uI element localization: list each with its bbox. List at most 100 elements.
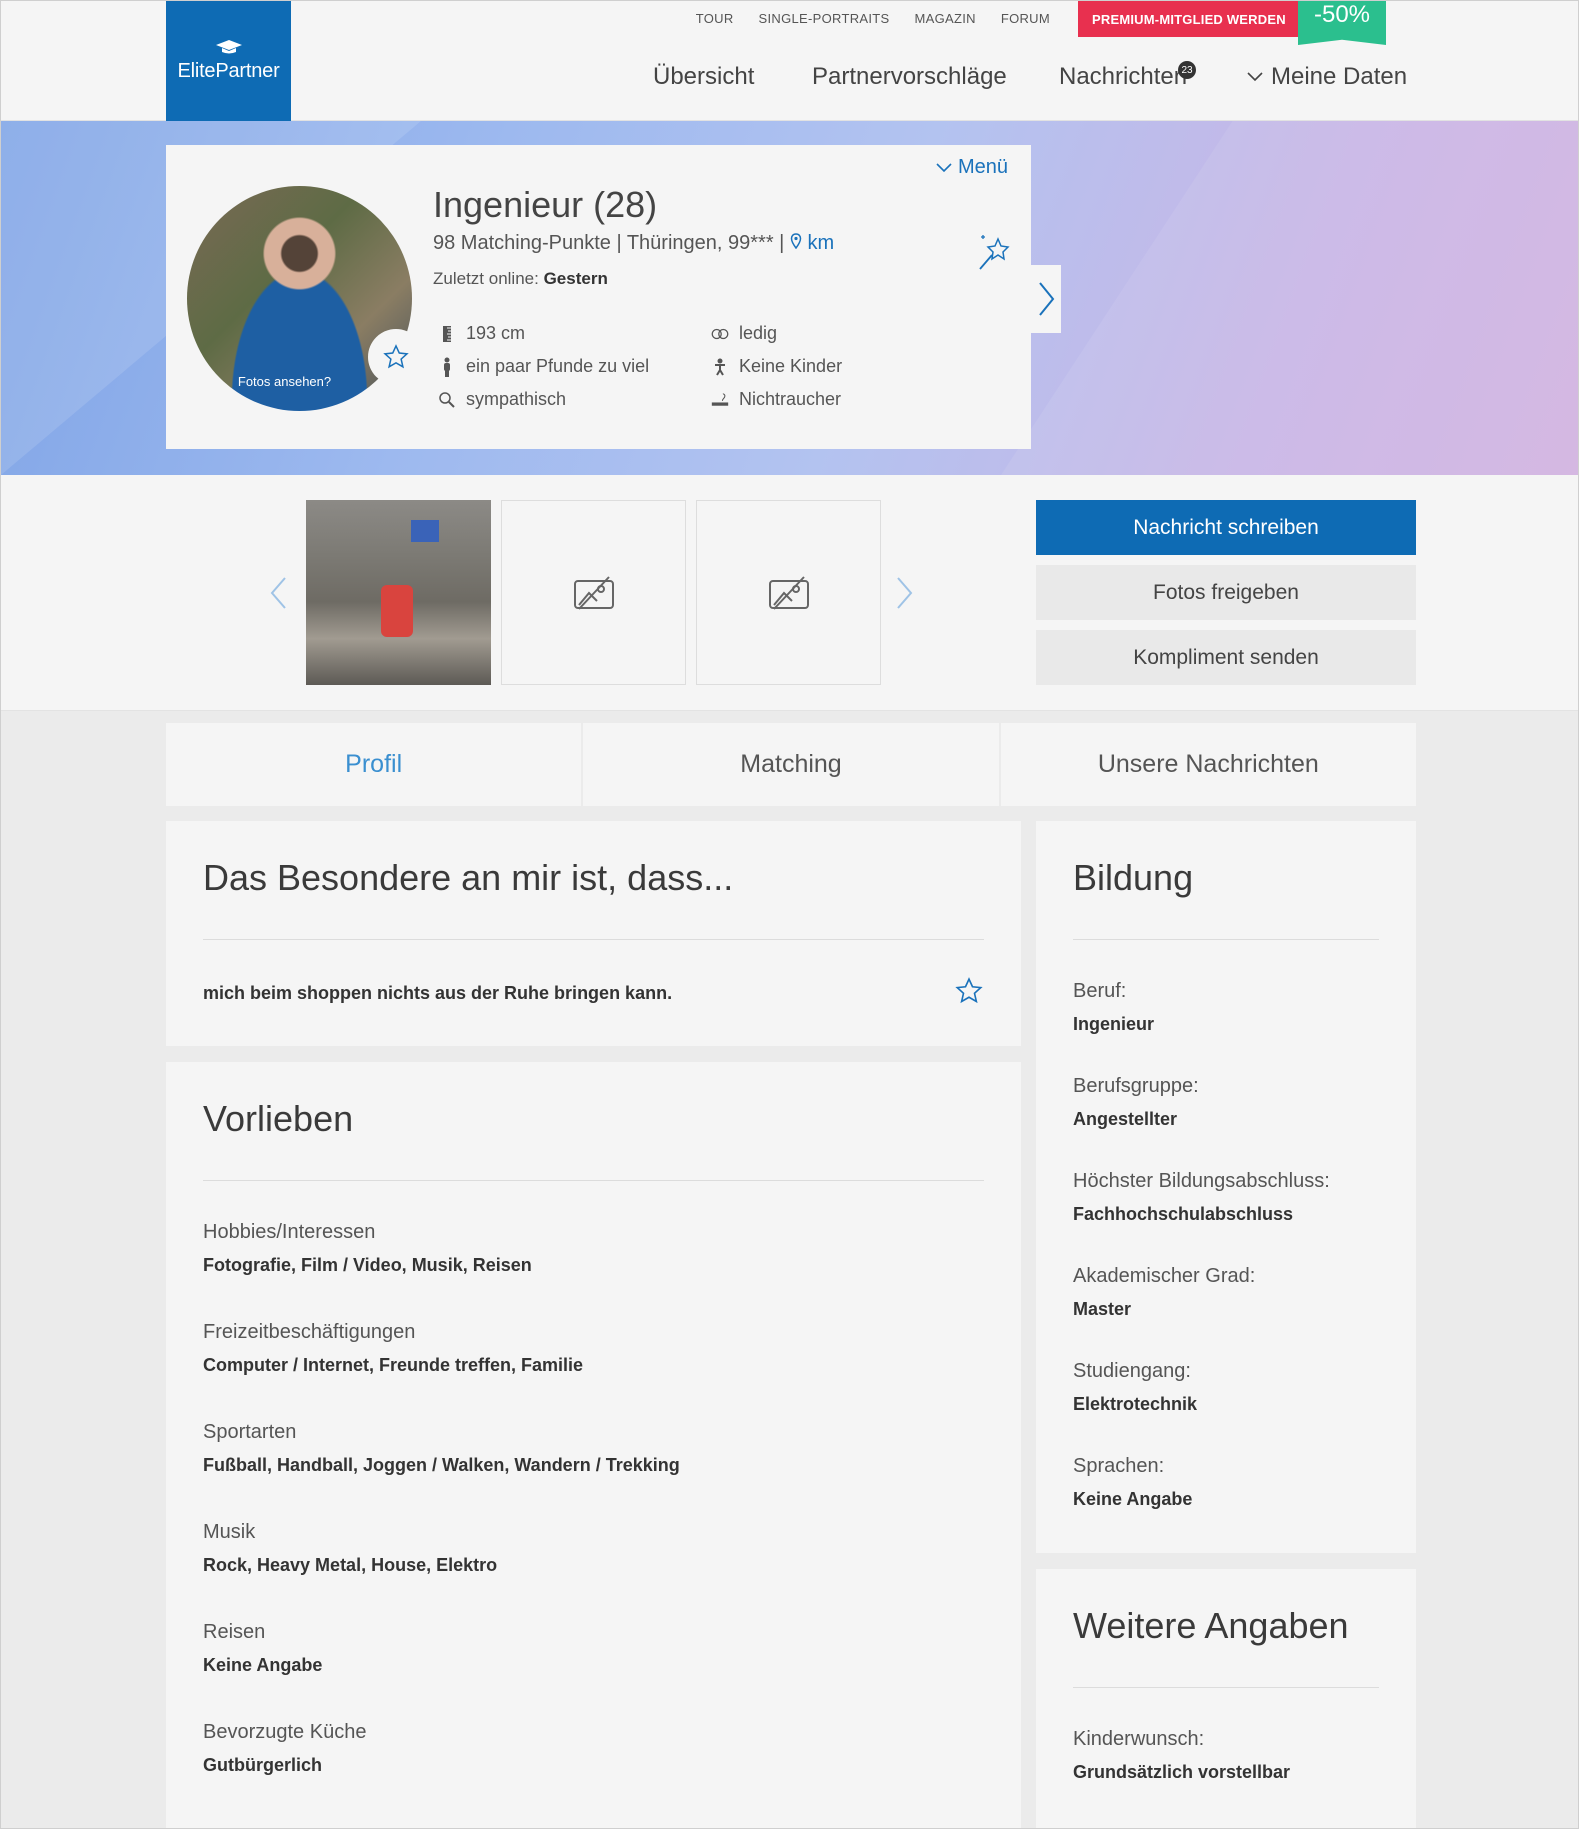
- chevron-down-icon: [1247, 72, 1263, 82]
- share-photos-button[interactable]: Fotos freigeben: [1036, 565, 1416, 620]
- locked-photo-placeholder[interactable]: [501, 500, 686, 685]
- attr-children: Keine Kinder: [711, 356, 842, 377]
- profile-name: Ingenieur (28): [433, 184, 658, 225]
- field-value: Keine Angabe: [203, 1655, 323, 1675]
- chevron-left-icon: [270, 577, 286, 609]
- hero-shape: [1001, 121, 1578, 475]
- field-label: Beruf:: [1073, 980, 1127, 1002]
- divider: [1073, 939, 1379, 940]
- field-label: Reisen: [203, 1621, 266, 1643]
- site-header: ElitePartner TOUR SINGLE-PORTRAITS MAGAZ…: [1, 1, 1578, 121]
- photos-prev-button[interactable]: [269, 576, 287, 618]
- locked-photo-placeholder[interactable]: [696, 500, 881, 685]
- attr-figure-value: ein paar Pfunde zu viel: [466, 356, 650, 376]
- page-frame: ElitePartner TOUR SINGLE-PORTRAITS MAGAZ…: [0, 0, 1579, 1829]
- photos-next-button[interactable]: [896, 576, 914, 618]
- field-value: Computer / Internet, Freunde treffen, Fa…: [203, 1355, 584, 1375]
- field-value: Gutbürgerlich: [203, 1755, 323, 1775]
- tab-profil[interactable]: Profil: [166, 723, 582, 806]
- link-forum[interactable]: FORUM: [1001, 11, 1050, 26]
- elitepartner-logo[interactable]: ElitePartner: [166, 1, 291, 121]
- distance-unit: km: [807, 232, 835, 254]
- profile-menu[interactable]: Menü: [936, 156, 1008, 179]
- field-value: Ingenieur: [1073, 1014, 1155, 1034]
- hidden-photo-icon: [768, 575, 809, 610]
- nav-uebersicht[interactable]: Übersicht: [653, 63, 754, 91]
- field-value: Rock, Heavy Metal, House, Elektro: [203, 1555, 498, 1575]
- tab-matching[interactable]: Matching: [583, 723, 999, 806]
- photo-person: [381, 585, 413, 637]
- field-label: Freizeitbeschäftigungen: [203, 1321, 416, 1343]
- tab-unsere-nachrichten[interactable]: Unsere Nachrichten: [1000, 723, 1416, 806]
- bildung-card: Bildung Beruf: Ingenieur Berufsgruppe: A…: [1036, 821, 1416, 1553]
- field-label: Sprachen:: [1073, 1455, 1165, 1477]
- attr-look-value: sympathisch: [466, 389, 567, 409]
- photo-thumbnail[interactable]: [306, 500, 491, 685]
- attr-status: ledig: [711, 323, 777, 344]
- attr-look: sympathisch: [438, 389, 566, 410]
- field-label: Berufsgruppe:: [1073, 1075, 1199, 1097]
- menu-label: Menü: [958, 156, 1009, 178]
- profile-tabs: Profil Matching Unsere Nachrichten: [166, 723, 1416, 806]
- attr-height: 193 cm: [438, 323, 525, 344]
- chevron-down-icon: [936, 162, 952, 172]
- attr-smoking: Nichtraucher: [711, 389, 841, 410]
- chevron-right-icon: [1039, 282, 1055, 316]
- premium-button[interactable]: PREMIUM-MITGLIED WERDEN: [1078, 1, 1301, 37]
- rings-icon: [711, 324, 729, 344]
- chevron-right-icon: [897, 577, 913, 609]
- field-label: Bevorzugte Küche: [203, 1721, 367, 1743]
- person-icon: [438, 357, 456, 377]
- star-icon: [955, 977, 983, 1004]
- messages-count-badge: 23: [1178, 61, 1196, 79]
- field-value: Grundsätzlich vorstellbar: [1073, 1762, 1291, 1782]
- photo-sign: [411, 520, 439, 542]
- magnifier-icon: [438, 390, 456, 410]
- top-links: TOUR SINGLE-PORTRAITS MAGAZIN FORUM: [696, 11, 1050, 26]
- field-label: Kinderwunsch:: [1073, 1728, 1205, 1750]
- like-answer-button[interactable]: [954, 976, 984, 1011]
- special-text: mich beim shoppen nichts aus der Ruhe br…: [203, 983, 673, 1003]
- special-title: Das Besondere an mir ist, dass...: [203, 857, 734, 898]
- field-value: Keine Angabe: [1073, 1489, 1193, 1509]
- field-label: Musik: [203, 1521, 256, 1543]
- link-magazin[interactable]: MAGAZIN: [915, 11, 976, 26]
- divider: [1073, 1687, 1379, 1688]
- graduation-cap-icon: [215, 39, 242, 53]
- ruler-icon: [438, 324, 456, 344]
- divider: [203, 1180, 984, 1181]
- attr-status-value: ledig: [739, 323, 778, 343]
- bildung-title: Bildung: [1073, 857, 1194, 898]
- favorite-button[interactable]: [368, 329, 424, 385]
- magic-wand-icon[interactable]: [976, 231, 1012, 276]
- last-online-label: Zuletzt online:: [433, 269, 539, 288]
- hidden-photo-icon: [573, 575, 614, 610]
- field-value: Fußball, Handball, Joggen / Walken, Wand…: [203, 1455, 680, 1475]
- field-label: Hobbies/Interessen: [203, 1221, 376, 1243]
- nav-partnervorschlaege[interactable]: Partnervorschläge: [812, 63, 1007, 91]
- attr-figure: ein paar Pfunde zu viel: [438, 356, 649, 377]
- attr-children-value: Keine Kinder: [739, 356, 843, 376]
- distance-link[interactable]: km: [790, 232, 834, 254]
- vorlieben-title: Vorlieben: [203, 1098, 354, 1139]
- field-value: Angestellter: [1073, 1109, 1178, 1129]
- star-icon: [383, 344, 409, 369]
- last-online: Zuletzt online: Gestern: [433, 269, 608, 289]
- nav-nachrichten[interactable]: Nachrichten: [1059, 63, 1187, 91]
- field-label: Akademischer Grad:: [1073, 1265, 1256, 1287]
- nav-meine-daten[interactable]: Meine Daten: [1247, 63, 1407, 91]
- discount-badge: -50%: [1298, 1, 1386, 45]
- field-value: Fachhochschulabschluss: [1073, 1204, 1294, 1224]
- cigarette-icon: [711, 390, 729, 410]
- write-message-button[interactable]: Nachricht schreiben: [1036, 500, 1416, 555]
- link-tour[interactable]: TOUR: [696, 11, 734, 26]
- main-nav: Übersicht Partnervorschläge Nachrichten …: [1, 63, 1578, 95]
- location-pin-icon: [790, 233, 802, 250]
- divider: [203, 939, 984, 940]
- send-compliment-button[interactable]: Kompliment senden: [1036, 630, 1416, 685]
- field-label: Höchster Bildungsabschluss:: [1073, 1170, 1330, 1192]
- link-single-portraits[interactable]: SINGLE-PORTRAITS: [759, 11, 890, 26]
- next-profile-button[interactable]: [1031, 265, 1061, 333]
- field-value: Master: [1073, 1299, 1132, 1319]
- weitere-card: Weitere Angaben Kinderwunsch: Grundsätzl…: [1036, 1569, 1416, 1828]
